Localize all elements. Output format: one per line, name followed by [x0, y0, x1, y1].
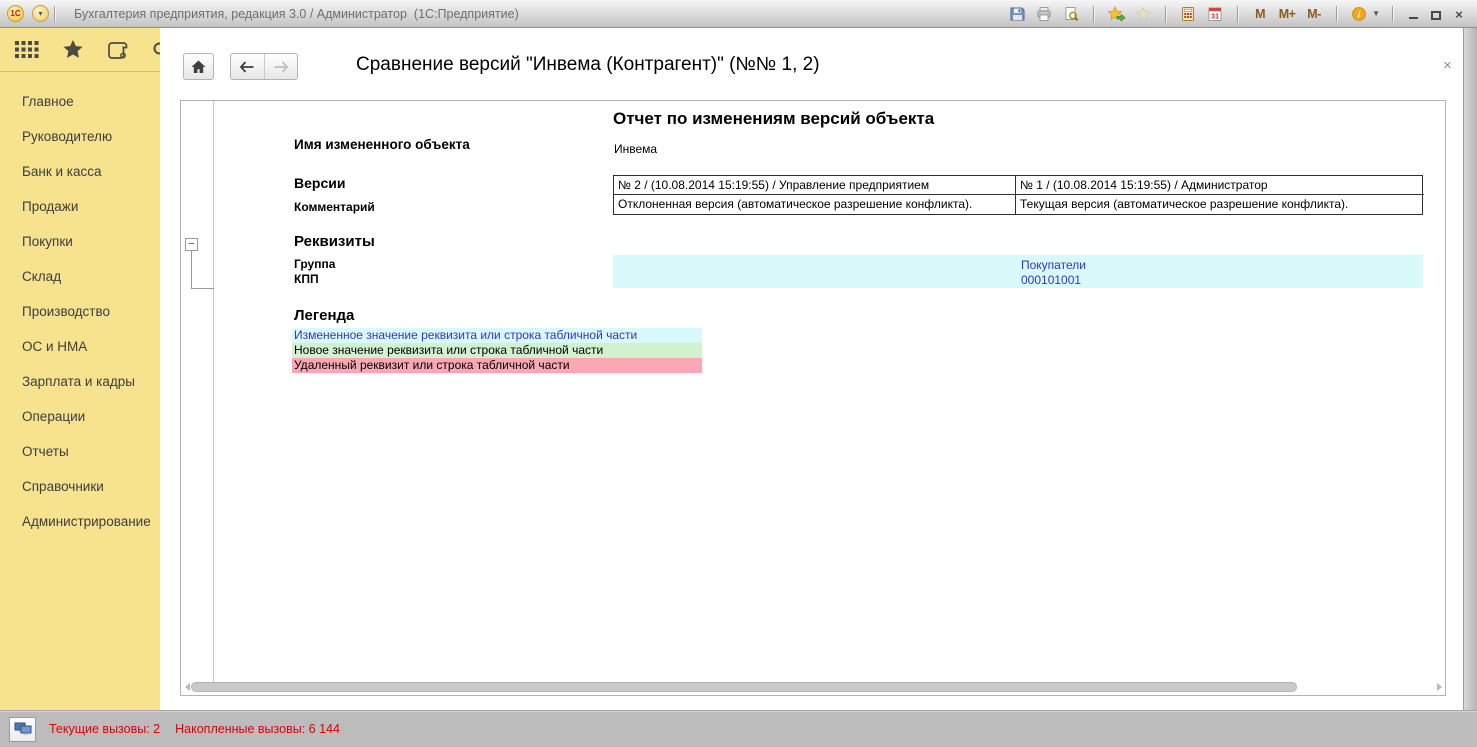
chevron-down-icon[interactable]: ▼	[1372, 9, 1380, 18]
sidebar-item-proizvodstvo[interactable]: Производство	[0, 294, 160, 329]
divider	[1336, 6, 1337, 22]
sidebar-item-bank-i-kassa[interactable]: Банк и касса	[0, 154, 160, 189]
memory-m-plus-button[interactable]: M+	[1277, 4, 1297, 24]
version-cell: № 2 / (10.08.2014 15:19:55) / Управление…	[614, 176, 1016, 195]
print-icon[interactable]	[1034, 4, 1054, 24]
client-server-calls-icon	[14, 722, 32, 737]
main-content: Сравнение версий "Инвема (Контрагент)" (…	[160, 28, 1463, 710]
attribute-new-value: Покупатели	[1021, 258, 1086, 272]
attribute-row-label: КПП	[294, 272, 319, 286]
calendar-icon[interactable]: 31	[1205, 4, 1225, 24]
divider	[1165, 6, 1166, 22]
report-title: Отчет по изменениям версий объекта	[613, 109, 934, 129]
app-window: 1С ▾ Бухгалтерия предприятия, редакция 3…	[0, 0, 1477, 747]
comment-label: Комментарий	[294, 200, 375, 214]
sidebar-toolbar	[0, 28, 160, 72]
close-icon: ×	[1455, 7, 1463, 22]
object-name-label: Имя измененного объекта	[294, 137, 470, 152]
legend-new-row: Новое значение реквизита или строка табл…	[292, 343, 702, 358]
sidebar-item-glavnoe[interactable]: Главное	[0, 84, 160, 119]
svg-text:i: i	[1357, 9, 1360, 20]
back-button[interactable]	[231, 54, 264, 79]
sidebar-item-os-i-nma[interactable]: ОС и НМА	[0, 329, 160, 364]
attribute-row-label: Группа	[294, 257, 335, 271]
memory-m-button[interactable]: M	[1250, 4, 1270, 24]
sidebar-item-spravochniki[interactable]: Справочники	[0, 469, 160, 504]
section-nav: Главное Руководителю Банк и касса Продаж…	[0, 72, 160, 539]
divider	[1093, 6, 1094, 22]
menu-grid-icon[interactable]	[15, 41, 39, 58]
performance-indicator-button[interactable]	[9, 717, 36, 742]
close-form-icon[interactable]: ×	[1443, 57, 1452, 74]
divider	[213, 101, 214, 683]
close-button[interactable]: ×	[1451, 6, 1467, 22]
sidebar-item-pokupki[interactable]: Покупки	[0, 224, 160, 259]
window-edge	[1463, 28, 1477, 710]
object-name-value: Инвема	[614, 142, 657, 156]
changed-values-highlight	[613, 255, 1423, 288]
divider	[1237, 6, 1238, 22]
svg-text:31: 31	[1211, 11, 1219, 20]
info-icon[interactable]: i	[1349, 4, 1369, 24]
home-icon	[191, 60, 206, 74]
comment-cell: Отклоненная версия (автоматическое разре…	[614, 195, 1016, 214]
legend-changed-row: Измененное значение реквизита или строка…	[292, 328, 702, 343]
statusbar: Текущие вызовы: 2 Накопленные вызовы: 6 …	[0, 710, 1477, 747]
attribute-new-value: 000101001	[1021, 273, 1081, 287]
collapse-group-button[interactable]: −	[185, 238, 198, 251]
scrollbar-track[interactable]	[191, 681, 1435, 693]
horizontal-scrollbar[interactable]	[183, 681, 1443, 693]
section-sidebar: Главное Руководителю Банк и касса Продаж…	[0, 28, 160, 710]
add-to-favorites-icon[interactable]	[1106, 4, 1126, 24]
favorites-icon[interactable]	[1133, 4, 1153, 24]
favorites-star-icon[interactable]	[63, 40, 83, 59]
scroll-right-icon[interactable]	[1435, 682, 1443, 692]
sidebar-item-prodazhi[interactable]: Продажи	[0, 189, 160, 224]
versions-table: № 2 / (10.08.2014 15:19:55) / Управление…	[613, 175, 1423, 215]
scroll-left-icon[interactable]	[183, 682, 191, 692]
sidebar-item-rukovoditelyu[interactable]: Руководителю	[0, 119, 160, 154]
comment-cell: Текущая версия (автоматическое разрешени…	[1016, 195, 1424, 214]
versions-label: Версии	[294, 175, 345, 191]
legend: Измененное значение реквизита или строка…	[292, 328, 702, 373]
home-button[interactable]	[183, 53, 214, 80]
titlebar: 1С ▾ Бухгалтерия предприятия, редакция 3…	[0, 0, 1477, 28]
current-calls-status: Текущие вызовы: 2	[49, 722, 160, 736]
1c-logo-icon: 1С	[7, 5, 24, 22]
divider	[1392, 6, 1393, 22]
legend-deleted-row: Удаленный реквизит или строка табличной …	[292, 358, 702, 373]
sidebar-item-administrirovanie[interactable]: Администрирование	[0, 504, 160, 539]
forward-button[interactable]	[264, 54, 298, 79]
forward-arrow-icon	[273, 61, 289, 73]
minimize-icon	[1409, 17, 1418, 19]
attributes-label: Реквизиты	[294, 233, 375, 250]
history-scroll-icon[interactable]	[107, 41, 128, 59]
system-menu-button[interactable]: ▾	[32, 5, 49, 22]
history-nav-group	[230, 53, 298, 80]
version-cell: № 1 / (10.08.2014 15:19:55) / Администра…	[1016, 176, 1424, 195]
sidebar-item-otchety[interactable]: Отчеты	[0, 434, 160, 469]
page-title: Сравнение версий "Инвема (Контрагент)" (…	[356, 54, 820, 76]
sidebar-item-sklad[interactable]: Склад	[0, 259, 160, 294]
sidebar-item-operatsii[interactable]: Операции	[0, 399, 160, 434]
print-preview-icon[interactable]	[1061, 4, 1081, 24]
legend-label: Легенда	[294, 307, 354, 324]
group-line	[191, 288, 214, 289]
accumulated-calls-status: Накопленные вызовы: 6 144	[175, 722, 340, 736]
maximize-button[interactable]	[1428, 6, 1444, 22]
memory-m-minus-button[interactable]: M-	[1304, 4, 1324, 24]
sidebar-item-zarplata-i-kadry[interactable]: Зарплата и кадры	[0, 364, 160, 399]
calculator-icon[interactable]	[1178, 4, 1198, 24]
maximize-icon	[1431, 11, 1441, 20]
titlebar-toolbar: 31 M M+ M- i ▼ ×	[1007, 4, 1477, 24]
back-arrow-icon	[239, 61, 255, 73]
scrollbar-thumb[interactable]	[191, 682, 1297, 692]
save-icon[interactable]	[1007, 4, 1027, 24]
group-line	[191, 251, 192, 288]
version-report-document: − Отчет по изменениям версий объекта Имя…	[180, 100, 1446, 696]
window-title: Бухгалтерия предприятия, редакция 3.0 / …	[74, 7, 519, 21]
divider	[54, 6, 55, 22]
minimize-button[interactable]	[1405, 6, 1421, 22]
